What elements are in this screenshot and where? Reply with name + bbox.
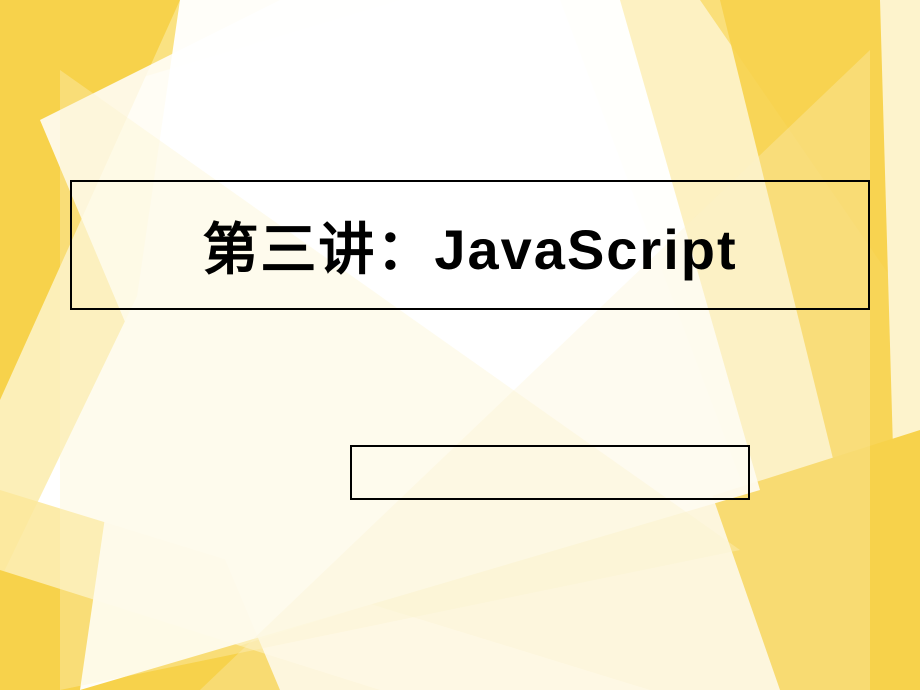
- slide-container: 第三讲：JavaScript: [0, 0, 920, 690]
- title-box: 第三讲：JavaScript: [70, 180, 870, 310]
- slide-title: 第三讲：JavaScript: [202, 205, 737, 286]
- background-layer: [0, 0, 920, 690]
- subtitle-box: [350, 445, 750, 500]
- background-svg: [0, 0, 920, 690]
